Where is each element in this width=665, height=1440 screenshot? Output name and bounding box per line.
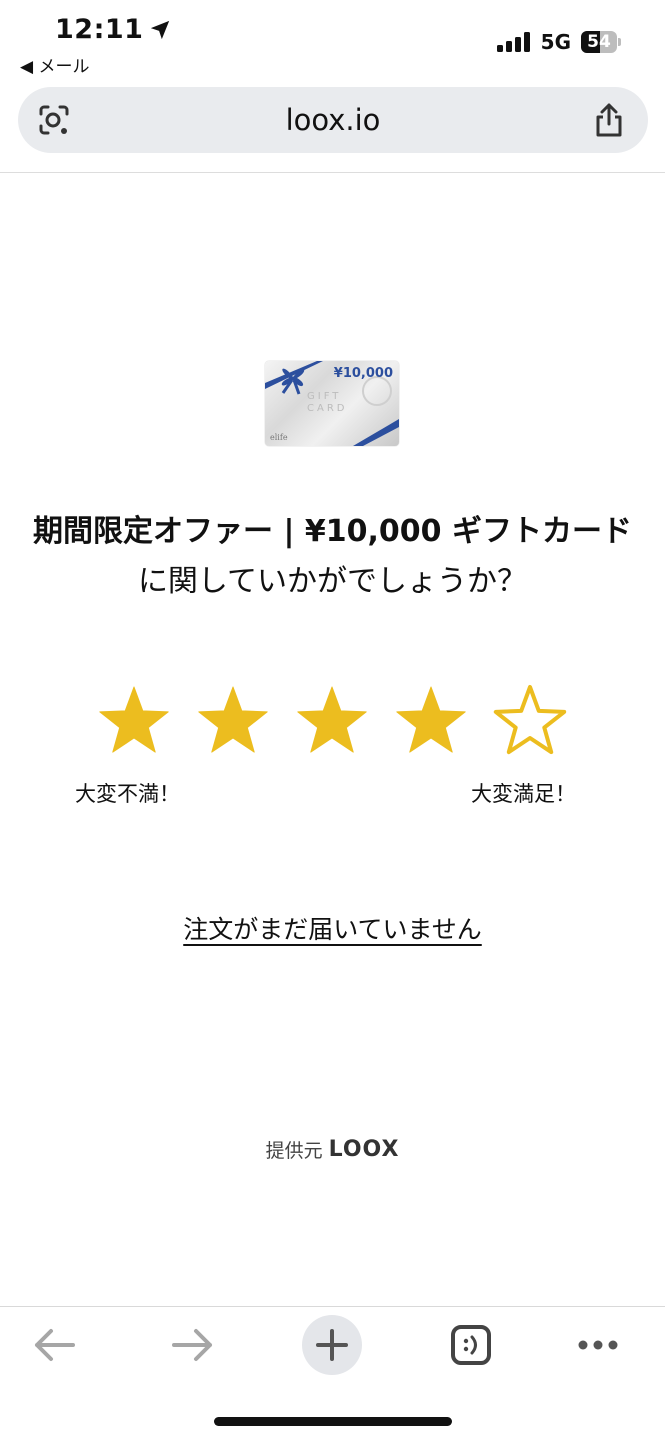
loox-logo[interactable]: LOOX [329, 1137, 400, 1162]
arrow-right-icon [172, 1329, 212, 1361]
star-3-icon[interactable] [294, 683, 370, 759]
share-icon[interactable] [592, 102, 626, 138]
gift-card-image: ¥10,000 GIFT CARD elife [265, 361, 399, 446]
card-amount: ¥10,000 [333, 366, 393, 381]
powered-by: 提供元 LOOX [0, 1136, 665, 1163]
new-tab-button[interactable] [302, 1315, 362, 1375]
location-arrow-icon [151, 20, 170, 39]
network-type: 5G [540, 30, 571, 54]
more-button[interactable] [568, 1315, 628, 1375]
arrow-left-icon [35, 1329, 75, 1361]
forward-button[interactable] [163, 1315, 223, 1375]
card-gift-text: GIFT CARD [307, 391, 348, 414]
address-bar[interactable]: loox.io [18, 87, 648, 153]
battery-level: 54 [587, 32, 611, 52]
rating-label-high: 大変満足！ [471, 782, 576, 806]
battery-icon: 54 [581, 31, 621, 53]
status-time-text: 12:11 [55, 14, 144, 45]
url-text: loox.io [285, 103, 381, 137]
signal-icon [496, 32, 530, 52]
star-1-icon[interactable] [96, 683, 172, 759]
back-to-mail-link[interactable]: ◀ メール [20, 52, 89, 77]
toolbar-divider [0, 1306, 665, 1307]
tabs-button[interactable] [441, 1315, 501, 1375]
status-time: 12:11 [55, 14, 171, 45]
home-indicator [214, 1417, 452, 1426]
status-indicators: 5G 54 [496, 30, 621, 54]
more-icon [578, 1340, 618, 1350]
star-5-icon[interactable] [492, 683, 568, 759]
star-2-icon[interactable] [195, 683, 271, 759]
tabs-icon [451, 1325, 491, 1365]
product-name: 期間限定オファー | ¥10,000 ギフトカード [33, 514, 632, 549]
url-bar-divider [0, 172, 665, 173]
review-question: 期間限定オファー | ¥10,000 ギフトカード に関していかがでしょうか？ [20, 507, 645, 607]
plus-icon [316, 1329, 348, 1361]
back-button[interactable] [24, 1315, 84, 1375]
order-not-arrived-link[interactable]: 注文がまだ届いていません [0, 910, 665, 946]
card-brand: elife [270, 433, 288, 442]
question-suffix: に関していかがでしょうか？ [137, 564, 528, 599]
rating-label-low: 大変不満！ [75, 782, 180, 806]
star-rating[interactable] [96, 683, 571, 759]
star-4-icon[interactable] [393, 683, 469, 759]
powered-by-prefix: 提供元 [265, 1140, 323, 1162]
